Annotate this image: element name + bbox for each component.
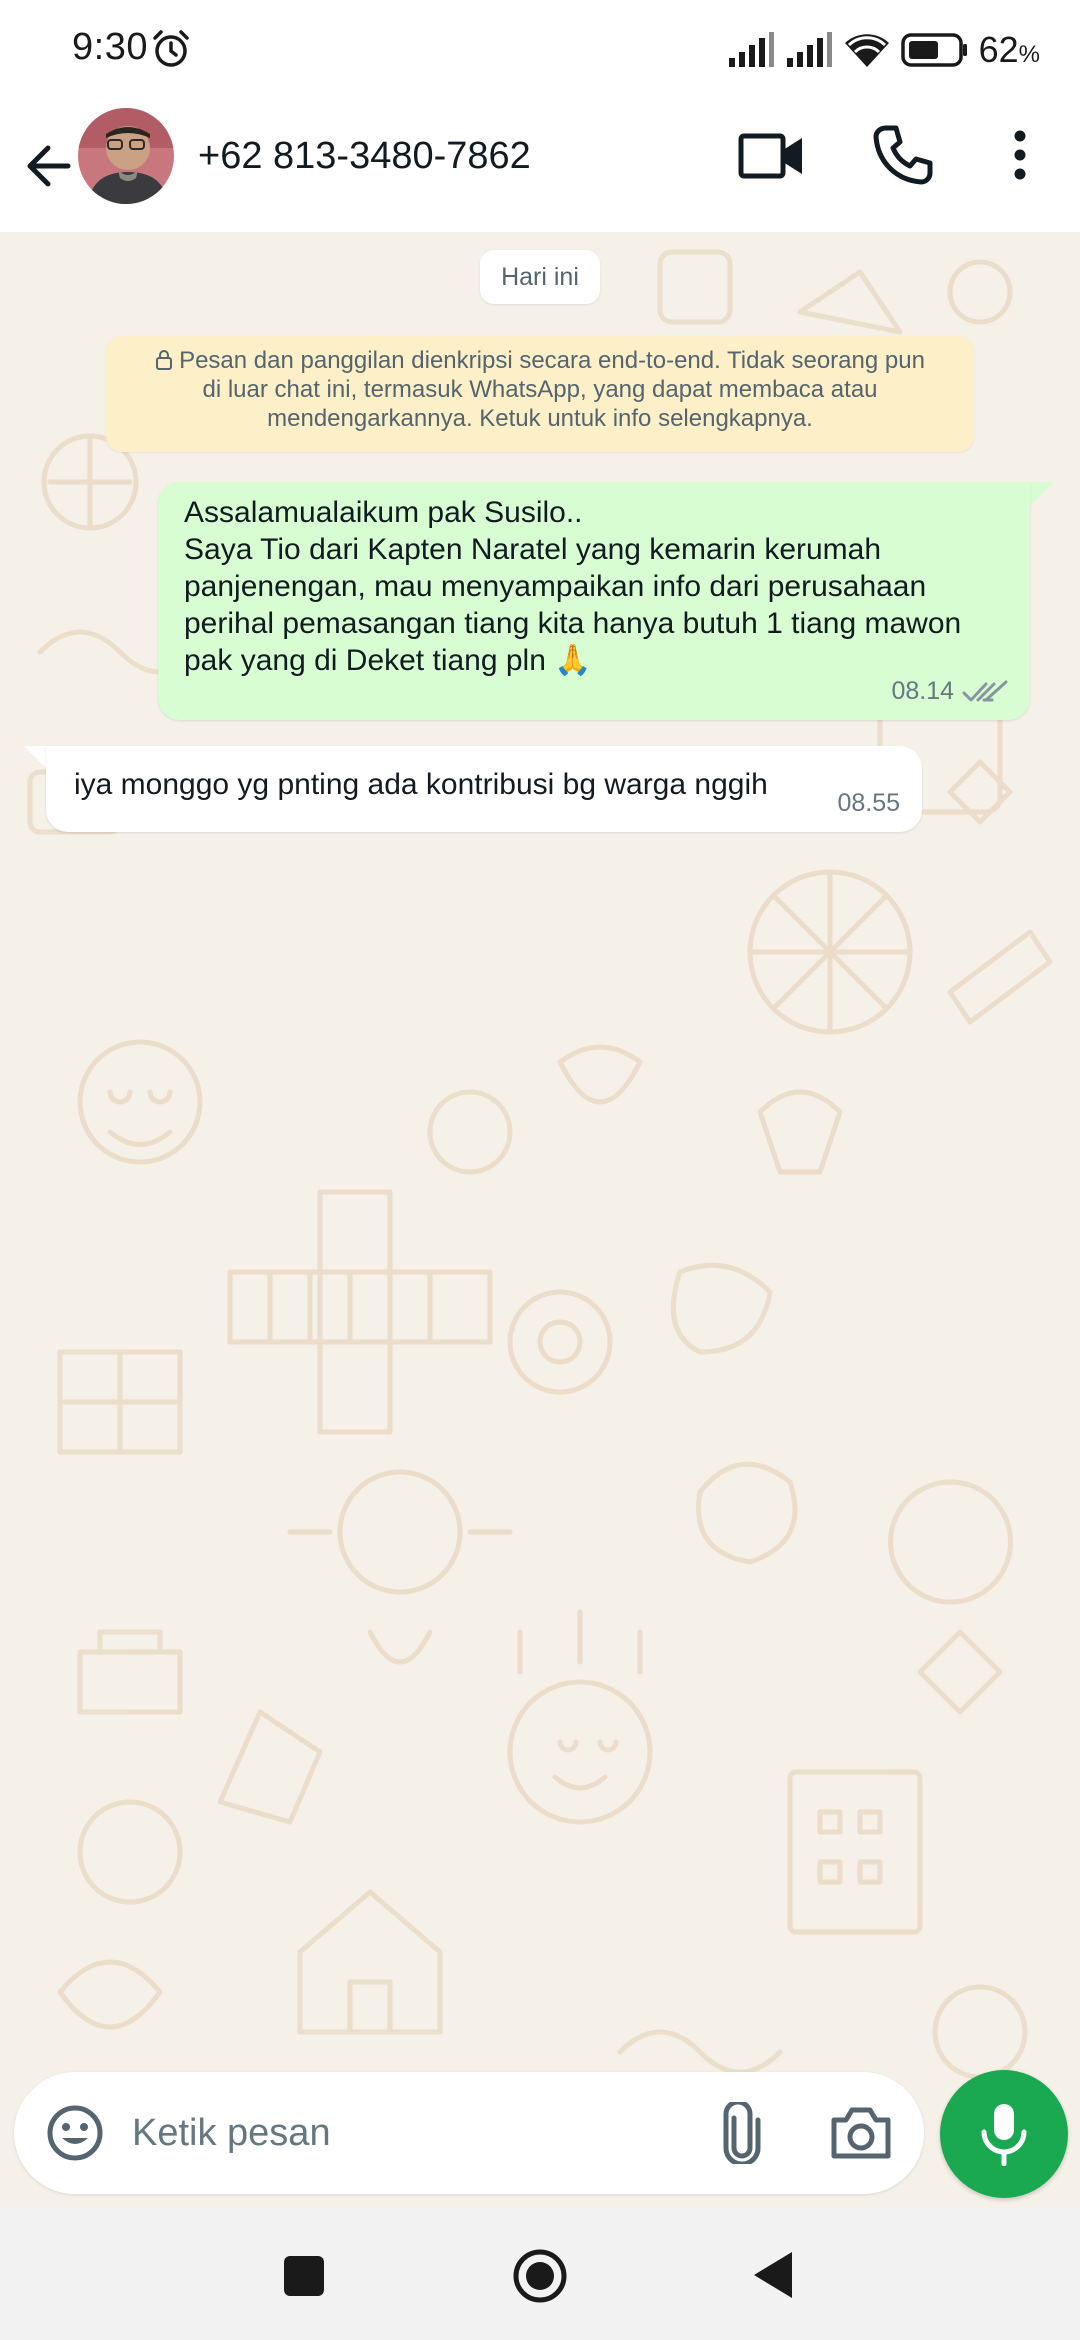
message-time: 08.55 xyxy=(837,789,900,817)
read-ticks-icon xyxy=(962,680,1008,701)
signal-icon xyxy=(728,32,774,67)
paperclip-icon[interactable] xyxy=(714,2102,770,2164)
more-vertical-icon[interactable] xyxy=(1000,124,1040,186)
status-indicators: 62% xyxy=(727,26,1040,74)
incoming-message[interactable]: iya monggo yg pnting ada kontribusi bg w… xyxy=(46,746,922,832)
battery-icon xyxy=(900,33,967,67)
voice-message-button[interactable] xyxy=(940,2070,1068,2198)
encryption-notice-text: Pesan dan panggilan dienkripsi secara en… xyxy=(179,347,925,432)
message-text: Assalamualaikum pak Susilo.. Saya Tio da… xyxy=(184,496,962,677)
phone-icon[interactable] xyxy=(872,124,934,186)
video-camera-icon[interactable] xyxy=(738,126,806,186)
status-bar: 9:30 62% xyxy=(0,0,1080,100)
date-divider: Hari ini xyxy=(480,250,600,304)
emoji-icon[interactable] xyxy=(44,2102,106,2164)
avatar[interactable] xyxy=(78,108,174,204)
lock-icon xyxy=(156,350,173,370)
message-input[interactable] xyxy=(132,2102,692,2164)
camera-icon[interactable] xyxy=(830,2104,892,2162)
outgoing-message[interactable]: Assalamualaikum pak Susilo.. Saya Tio da… xyxy=(158,482,1030,720)
avatar-photo xyxy=(78,108,174,204)
mic-icon xyxy=(981,2104,1027,2166)
chat-area[interactable]: Hari ini Pesan dan panggilan dienkripsi … xyxy=(0,232,1080,2207)
message-meta: 08.55 xyxy=(837,789,900,818)
message-time: 08.14 xyxy=(891,677,954,705)
wifi-icon xyxy=(844,34,889,67)
signal-icon xyxy=(786,32,832,67)
home-circle-icon[interactable] xyxy=(512,2248,568,2304)
battery-percentage: 62% xyxy=(978,29,1040,70)
message-meta: 08.14 xyxy=(891,677,1008,706)
encryption-notice[interactable]: Pesan dan panggilan dienkripsi secara en… xyxy=(106,336,974,452)
message-composer xyxy=(14,2072,924,2194)
message-text: iya monggo yg pnting ada kontribusi bg w… xyxy=(74,768,768,801)
contact-name[interactable]: +62 813-3480-7862 xyxy=(198,130,531,182)
back-triangle-icon[interactable] xyxy=(752,2250,796,2300)
chat-header: +62 813-3480-7862 xyxy=(0,100,1080,232)
status-time: 9:30 xyxy=(72,26,148,68)
back-arrow-icon[interactable] xyxy=(18,136,78,196)
alarm-icon xyxy=(153,30,189,67)
recents-square-icon[interactable] xyxy=(282,2254,326,2298)
system-navigation-bar xyxy=(0,2208,1080,2340)
